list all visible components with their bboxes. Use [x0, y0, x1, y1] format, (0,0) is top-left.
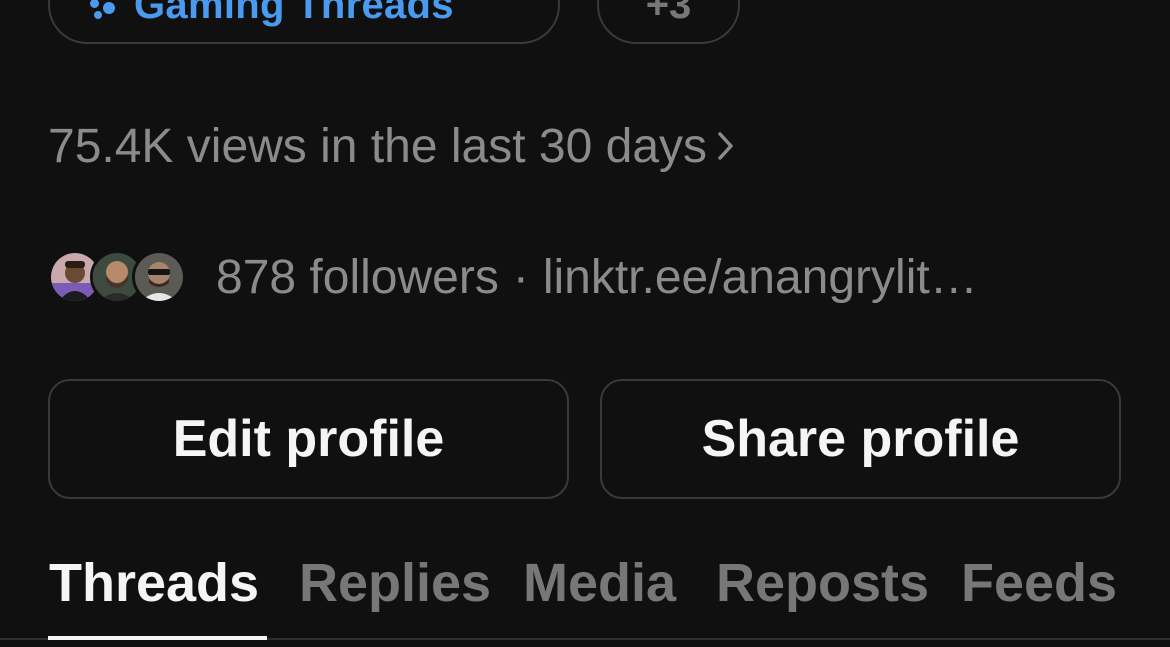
views-insight-link[interactable]: 75.4K views in the last 30 days	[48, 115, 735, 177]
profile-tabs: Threads Replies Media Reposts Feeds	[0, 540, 1170, 647]
topic-dots-icon	[88, 0, 120, 21]
more-topics-label: +3	[645, 0, 692, 27]
topic-pill[interactable]: Gaming Threads	[48, 0, 560, 44]
tab-media[interactable]: Media	[523, 552, 676, 614]
edit-profile-button[interactable]: Edit profile	[48, 379, 569, 499]
topic-pill-label: Gaming Threads	[134, 0, 454, 27]
follower-avatar-3	[132, 250, 186, 304]
chevron-right-icon	[717, 130, 735, 162]
follower-avatars[interactable]	[48, 249, 188, 305]
separator-dot: ·	[512, 250, 529, 304]
tab-replies[interactable]: Replies	[299, 552, 491, 614]
more-topics-pill[interactable]: +3	[597, 0, 740, 44]
active-tab-indicator	[48, 636, 267, 640]
followers-count-link[interactable]: 878 followers	[216, 250, 499, 305]
tab-feeds[interactable]: Feeds	[961, 552, 1117, 614]
views-text: 75.4K views in the last 30 days	[48, 119, 708, 173]
followers-row: 878 followers · linktr.ee/anangrylit…	[48, 246, 978, 308]
tab-reposts[interactable]: Reposts	[716, 552, 929, 614]
tab-threads[interactable]: Threads	[49, 552, 259, 614]
bio-link[interactable]: linktr.ee/anangrylit…	[543, 250, 978, 305]
share-profile-button[interactable]: Share profile	[600, 379, 1121, 499]
